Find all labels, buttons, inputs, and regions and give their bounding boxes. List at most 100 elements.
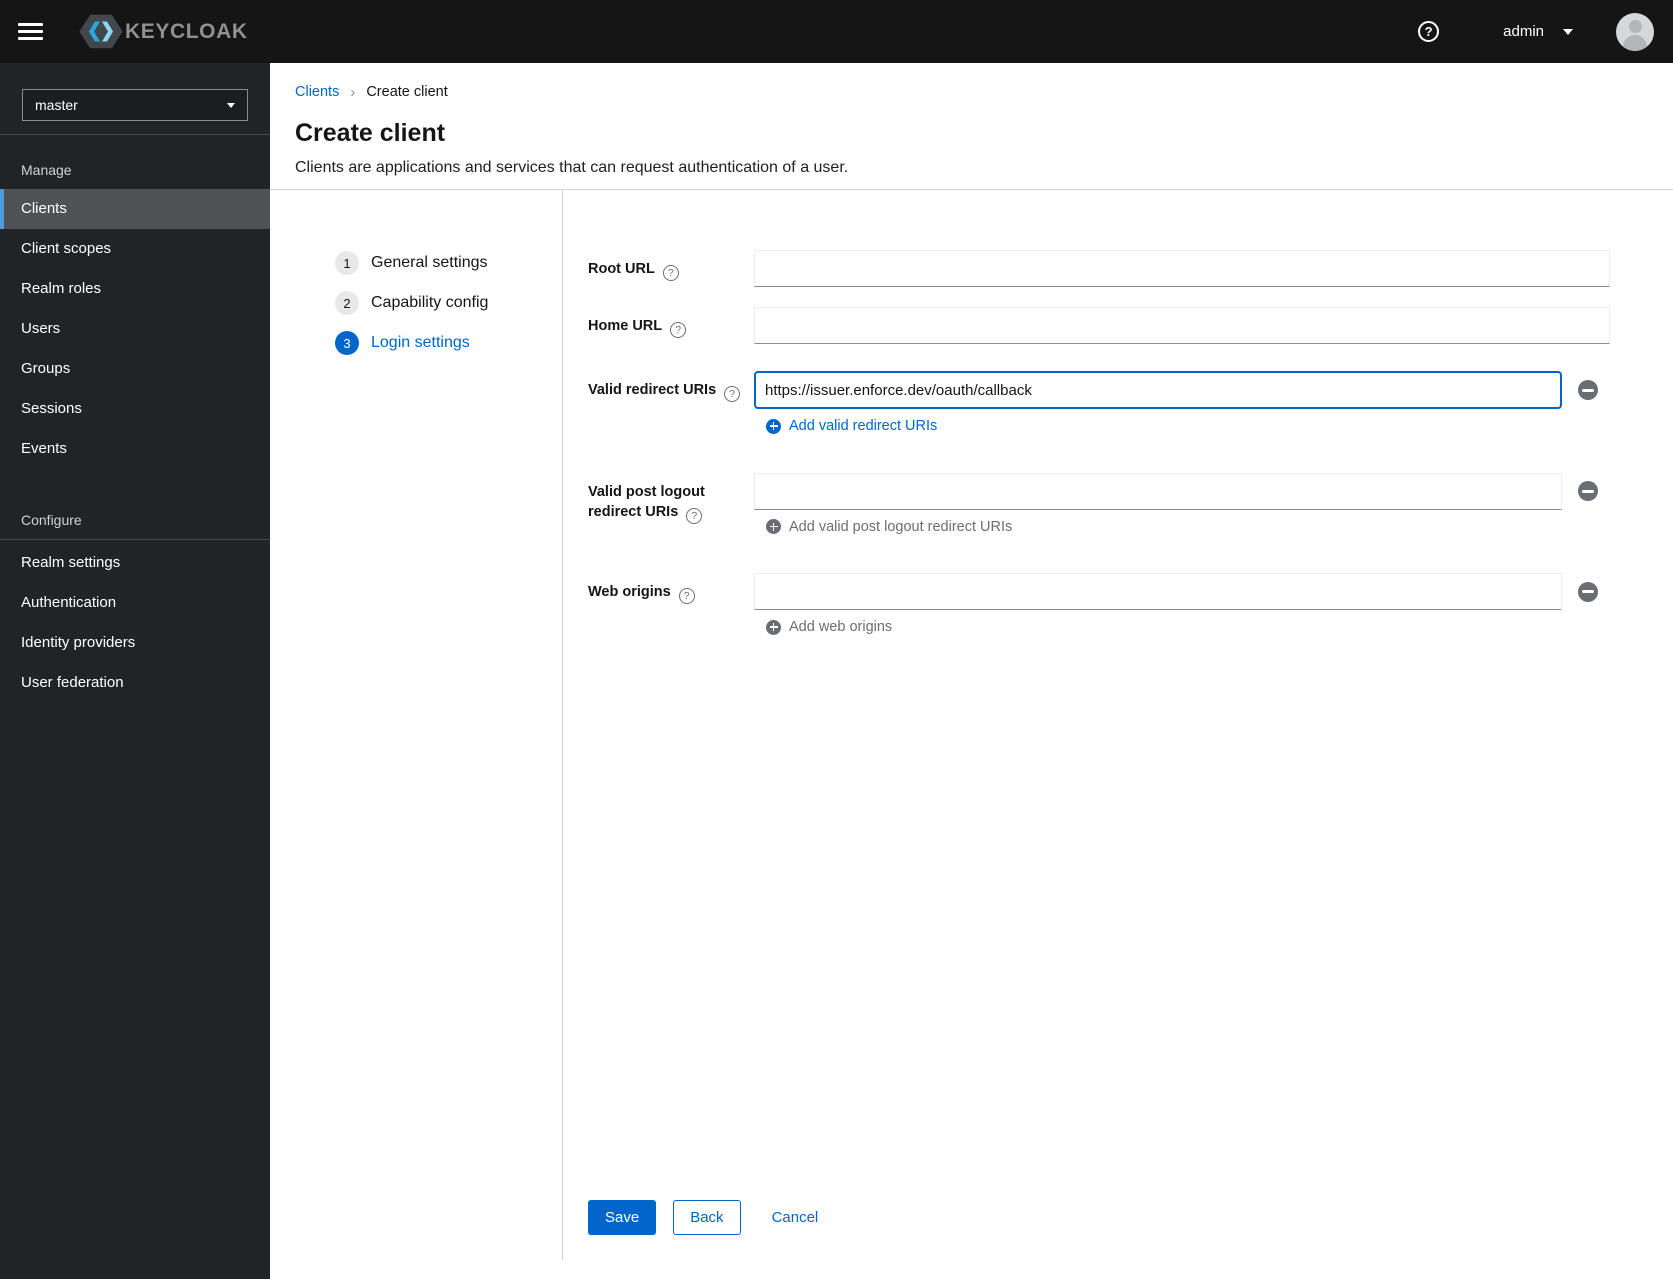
- realm-selector-block: master: [0, 63, 270, 135]
- page-title: Create client: [295, 119, 446, 147]
- sidebar-item-realm-roles[interactable]: Realm roles: [0, 269, 270, 309]
- nav-section-configure: Configure: [21, 512, 82, 528]
- help-glyph: ?: [667, 267, 674, 279]
- step-number-badge: 2: [335, 291, 359, 315]
- help-circle-icon[interactable]: ?: [670, 322, 687, 338]
- chevron-right-icon: ›: [350, 83, 356, 101]
- sidebar-item-realm-settings[interactable]: Realm settings: [0, 543, 270, 583]
- realm-selector[interactable]: master: [22, 89, 248, 121]
- hamburger-menu-icon[interactable]: [18, 19, 48, 45]
- add-link-text: Add web origins: [789, 619, 893, 635]
- label-text: Valid redirect URIs: [588, 382, 717, 398]
- brand-name: KEYCLOAK: [125, 19, 248, 43]
- sidebar-item-users[interactable]: Users: [0, 309, 270, 349]
- home-url-row: Home URL?: [588, 307, 1610, 344]
- wizard-footer: Save Back Cancel: [588, 1200, 1610, 1235]
- user-menu-button[interactable]: admin: [1503, 23, 1573, 40]
- wizard-step-general-settings[interactable]: 1 General settings: [335, 251, 488, 275]
- home-url-label: Home URL?: [588, 307, 754, 338]
- keycloak-admin-console: KEYCLOAK ? admin master Manage Clients C…: [0, 0, 1673, 1279]
- help-circle-icon[interactable]: ?: [686, 507, 703, 524]
- save-button[interactable]: Save: [588, 1200, 657, 1235]
- add-post-logout-redirect-uris-button: Add valid post logout redirect URIs: [766, 519, 1012, 535]
- avatar[interactable]: [1616, 12, 1654, 51]
- root-url-control: [754, 250, 1610, 287]
- keycloak-logo-icon: [79, 14, 123, 49]
- help-circle-icon[interactable]: ?: [662, 265, 679, 281]
- sidebar-item-clients[interactable]: Clients: [0, 189, 270, 229]
- help-circle-icon[interactable]: ?: [678, 588, 695, 604]
- back-button[interactable]: Back: [673, 1200, 741, 1235]
- label-text: Root URL: [588, 261, 655, 277]
- wizard-step-login-settings[interactable]: 3 Login settings: [335, 331, 470, 355]
- add-valid-redirect-uris-button[interactable]: Add valid redirect URIs: [766, 418, 937, 434]
- help-glyph: ?: [675, 324, 682, 336]
- sidebar-nav: Manage Clients Client scopes Realm roles…: [0, 135, 270, 703]
- cancel-button[interactable]: Cancel: [772, 1209, 819, 1226]
- wizard-divider: [562, 190, 563, 1260]
- valid-post-logout-redirect-uris-control: Add valid post logout redirect URIs: [754, 472, 1610, 540]
- valid-redirect-uris-control: Add valid redirect URIs: [754, 371, 1610, 439]
- step-label: Capability config: [371, 294, 489, 311]
- plus-circle-icon: [766, 519, 781, 534]
- nav-section-manage: Manage: [21, 162, 72, 178]
- breadcrumb-clients-link[interactable]: Clients: [295, 84, 339, 100]
- web-origin-input[interactable]: [754, 573, 1562, 610]
- page-subtitle: Clients are applications and services th…: [295, 159, 849, 176]
- header-actions: ? admin: [1418, 12, 1673, 51]
- add-web-origins-button: Add web origins: [766, 619, 892, 635]
- web-origins-label: Web origins?: [588, 573, 754, 604]
- help-glyph: ?: [729, 388, 736, 400]
- step-label: Login settings: [371, 334, 470, 351]
- post-logout-redirect-uri-input[interactable]: [754, 472, 1562, 510]
- login-settings-form: Root URL? Home URL? Valid redirect URIs …: [562, 190, 1673, 1278]
- valid-post-logout-redirect-uris-row: Valid post logout redirect URIs? Add val…: [588, 472, 1610, 540]
- valid-redirect-uri-input[interactable]: [754, 371, 1562, 409]
- help-glyph: ?: [691, 509, 698, 522]
- create-client-wizard: 1 General settings 2 Capability config 3…: [270, 190, 1673, 1278]
- step-label: General settings: [371, 254, 488, 271]
- plus-circle-icon: [766, 619, 781, 635]
- plus-circle-icon: [766, 418, 781, 434]
- chevron-down-icon: [1563, 28, 1573, 35]
- help-icon[interactable]: ?: [1418, 21, 1440, 42]
- breadcrumb-current: Create client: [366, 84, 448, 100]
- help-circle-icon[interactable]: ?: [724, 386, 741, 402]
- web-origins-control: Add web origins: [754, 573, 1610, 640]
- keycloak-logo: KEYCLOAK: [78, 14, 248, 49]
- sidebar-item-user-federation[interactable]: User federation: [0, 663, 270, 703]
- top-header: KEYCLOAK ? admin: [0, 0, 1673, 63]
- valid-post-logout-redirect-uris-label: Valid post logout redirect URIs?: [588, 473, 754, 524]
- root-url-label: Root URL?: [588, 250, 754, 281]
- add-link-text: Add valid post logout redirect URIs: [789, 518, 1013, 535]
- root-url-input[interactable]: [754, 250, 1610, 287]
- help-glyph: ?: [683, 590, 690, 602]
- breadcrumb: Clients › Create client: [295, 84, 1673, 100]
- sidebar-item-authentication[interactable]: Authentication: [0, 583, 270, 623]
- home-url-control: [754, 307, 1610, 344]
- sidebar-item-sessions[interactable]: Sessions: [0, 389, 270, 429]
- page-header: Clients › Create client Create client Cl…: [270, 63, 1673, 178]
- home-url-input[interactable]: [754, 307, 1610, 344]
- step-number-badge: 3: [335, 331, 359, 355]
- sidebar-item-events[interactable]: Events: [0, 429, 270, 469]
- valid-redirect-uris-label: Valid redirect URIs?: [588, 371, 754, 402]
- username: admin: [1503, 23, 1544, 40]
- remove-post-logout-uri-icon[interactable]: [1578, 481, 1598, 501]
- label-text: Web origins: [588, 584, 671, 600]
- remove-web-origin-icon[interactable]: [1578, 581, 1598, 602]
- wizard-step-capability-config[interactable]: 2 Capability config: [335, 291, 488, 315]
- sidebar-item-groups[interactable]: Groups: [0, 349, 270, 389]
- sidebar-item-client-scopes[interactable]: Client scopes: [0, 229, 270, 269]
- sidebar-item-identity-providers[interactable]: Identity providers: [0, 623, 270, 663]
- help-glyph: ?: [1424, 24, 1433, 39]
- chevron-down-icon: [227, 102, 235, 108]
- step-number-badge: 1: [335, 251, 359, 275]
- remove-redirect-uri-icon[interactable]: [1578, 380, 1598, 400]
- nav-section-configure-group: Configure Realm settings Authentication …: [0, 507, 270, 703]
- main-content: Clients › Create client Create client Cl…: [270, 63, 1673, 1279]
- valid-redirect-uris-row: Valid redirect URIs? Add valid redirect …: [588, 371, 1610, 439]
- label-text: Home URL: [588, 318, 663, 334]
- sidebar: master Manage Clients Client scopes Real…: [0, 63, 270, 1279]
- web-origins-row: Web origins? Add web origins: [588, 573, 1610, 640]
